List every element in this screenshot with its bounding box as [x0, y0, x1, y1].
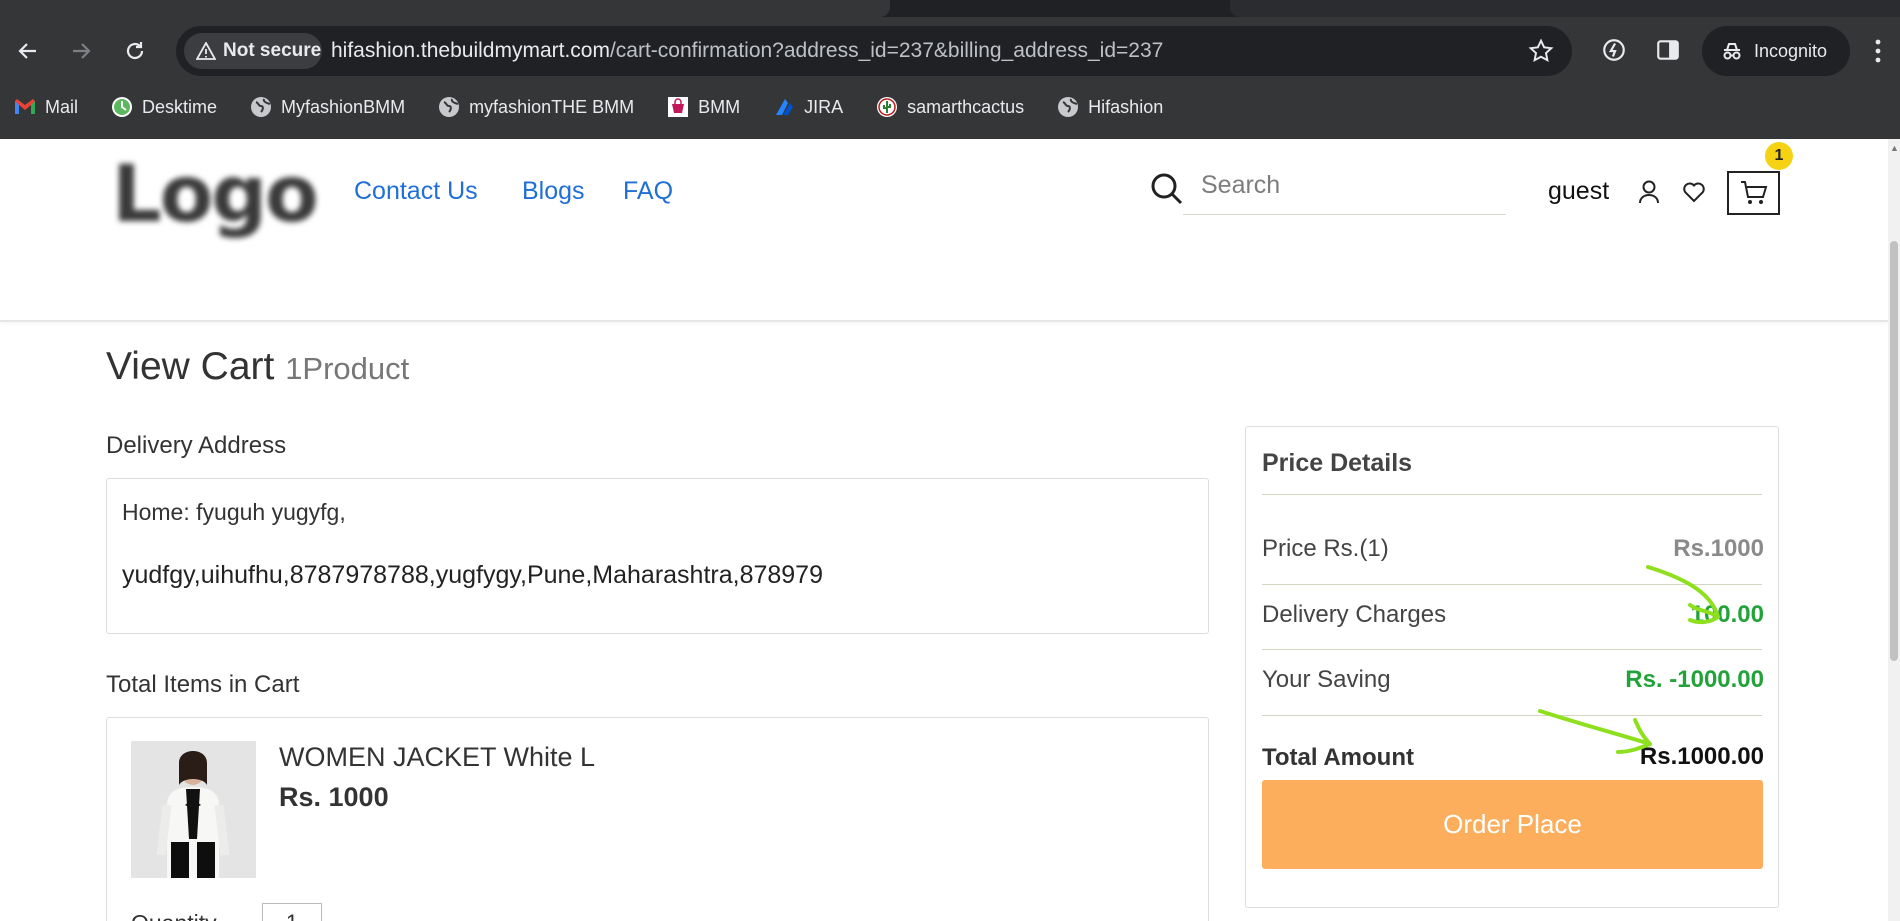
globe-icon — [250, 96, 272, 118]
delivery-address-box[interactable]: Home: fyuguh yugyfg, yudfgy,uihufhu,8787… — [106, 478, 1209, 634]
bookmark-hifashion[interactable]: Hifashion — [1057, 96, 1163, 118]
cart-icon — [1740, 181, 1767, 204]
product-image[interactable] — [131, 741, 256, 878]
price-value: Rs.1000 — [1673, 535, 1764, 562]
address-bar[interactable]: Not secure hifashion.thebuildmymart.com/… — [176, 26, 1572, 76]
divider — [1262, 715, 1762, 716]
product-price: Rs. 1000 — [279, 782, 389, 812]
divider — [1262, 584, 1762, 585]
security-chip[interactable]: Not secure — [184, 33, 322, 69]
your-saving-value: Rs. -1000.00 — [1625, 666, 1764, 693]
address-line-1: Home: fyuguh yugyfg, — [122, 499, 346, 525]
your-saving-label: Your Saving — [1262, 666, 1391, 693]
quantity-label: Quantity — [131, 910, 217, 921]
heart-icon[interactable] — [1682, 179, 1706, 205]
site-logo[interactable]: Logo — [112, 150, 319, 240]
cart-button[interactable] — [1727, 171, 1780, 215]
divider — [1262, 649, 1762, 650]
bookmark-label: MyfashionBMM — [281, 96, 406, 117]
menu-kebab-icon[interactable] — [1873, 38, 1883, 64]
bookmarks-bar: Mail Desktime MyfashionBMM myfashionTHE … — [0, 92, 1196, 122]
cactus-icon — [876, 96, 898, 118]
scroll-thumb[interactable] — [1890, 241, 1898, 661]
bookmark-myfashionthebmm[interactable]: myfashionTHE BMM — [438, 96, 634, 118]
nav-contact-us[interactable]: Contact Us — [354, 177, 478, 206]
bookmark-mail[interactable]: Mail — [14, 96, 78, 118]
bookmark-jira[interactable]: JIRA — [773, 96, 843, 118]
web-page: Logo Contact Us Blogs FAQ guest 1 ▲ View… — [0, 139, 1900, 921]
user-name[interactable]: guest — [1548, 177, 1609, 206]
delivery-charges-label: Delivery Charges — [1262, 601, 1447, 628]
nav-blogs[interactable]: Blogs — [522, 177, 585, 206]
warning-icon — [196, 42, 216, 60]
bookmark-myfashionbmm[interactable]: MyfashionBMM — [250, 96, 405, 118]
total-amount-label: Total Amount — [1262, 744, 1414, 771]
back-button[interactable] — [13, 36, 43, 66]
bookmark-desktime[interactable]: Desktime — [111, 96, 217, 118]
url-host: hifashion.thebuildmymart.com — [331, 39, 610, 62]
bookmark-label: samarthcactus — [907, 96, 1025, 117]
jira-icon — [773, 96, 795, 118]
bookmark-label: BMM — [698, 96, 741, 117]
quantity-input[interactable]: 1 — [262, 903, 322, 921]
product-name[interactable]: WOMEN JACKET White L — [279, 742, 595, 773]
side-panel-icon[interactable] — [1655, 37, 1681, 63]
page-title: View Cart 1Product — [106, 345, 409, 389]
profile-label: Incognito — [1754, 40, 1828, 61]
scroll-up-arrow-icon[interactable]: ▲ — [1890, 143, 1899, 153]
items-in-cart-title: Total Items in Cart — [106, 671, 300, 698]
page-scrollbar[interactable]: ▲ — [1888, 139, 1900, 921]
browser-chrome: Not secure hifashion.thebuildmymart.com/… — [0, 0, 1900, 139]
gmail-icon — [14, 96, 36, 118]
incognito-icon — [1723, 43, 1741, 60]
tab-strip — [0, 0, 1900, 17]
url-text[interactable]: hifashion.thebuildmymart.com/cart-confir… — [331, 39, 1163, 63]
product-count: 1Product — [285, 351, 410, 386]
cart-item-card: WOMEN JACKET White L Rs. 1000 Quantity 1 — [106, 717, 1209, 921]
arrow-right-icon — [73, 43, 91, 59]
bookmark-label: Desktime — [142, 96, 218, 117]
delivery-charges-value: 100.00 — [1690, 601, 1764, 628]
arrow-left-icon — [18, 43, 36, 59]
globe-icon — [1057, 96, 1079, 118]
search-icon[interactable] — [1150, 172, 1184, 206]
search-input[interactable] — [1183, 157, 1506, 215]
bookmark-label: Hifashion — [1088, 96, 1164, 117]
divider — [1262, 494, 1762, 495]
bookmark-samarthcactus[interactable]: samarthcactus — [876, 96, 1024, 118]
user-icon[interactable] — [1637, 179, 1661, 205]
address-line-2: yudfgy,uihufhu,8787978788,yugfygy,Pune,M… — [122, 561, 823, 589]
extension-icon[interactable] — [1601, 37, 1627, 63]
price-details-card: Price Details Price Rs.(1) Rs.1000 Deliv… — [1245, 426, 1779, 908]
desktime-icon — [111, 96, 133, 118]
security-label: Not secure — [223, 40, 322, 61]
bookmark-label: Mail — [45, 96, 79, 117]
price-label: Price Rs.(1) — [1262, 535, 1389, 562]
bmm-icon — [667, 96, 689, 118]
order-place-button[interactable]: Order Place — [1262, 780, 1763, 869]
tab-active[interactable] — [0, 0, 890, 17]
tab-other[interactable] — [1230, 0, 1900, 17]
delivery-address-title: Delivery Address — [106, 432, 287, 459]
bookmark-label: myfashionTHE BMM — [469, 96, 635, 117]
reload-icon — [126, 42, 144, 60]
reload-button[interactable] — [120, 36, 150, 66]
url-path: /cart-confirmation?address_id=237&billin… — [609, 39, 1164, 62]
globe-icon — [438, 96, 460, 118]
incognito-profile-button[interactable]: Incognito — [1702, 26, 1850, 76]
forward-button[interactable] — [66, 36, 96, 66]
total-amount-value: Rs.1000.00 — [1639, 743, 1764, 770]
bookmark-star-icon[interactable] — [1528, 38, 1554, 64]
cart-count-badge: 1 — [1765, 142, 1793, 170]
site-header: Logo Contact Us Blogs FAQ guest 1 — [0, 139, 1888, 322]
nav-faq[interactable]: FAQ — [623, 177, 673, 206]
bookmark-label: JIRA — [804, 96, 844, 117]
page-title-text: View Cart — [106, 345, 275, 388]
bookmark-bmm[interactable]: BMM — [667, 96, 740, 118]
price-details-title: Price Details — [1262, 449, 1413, 477]
